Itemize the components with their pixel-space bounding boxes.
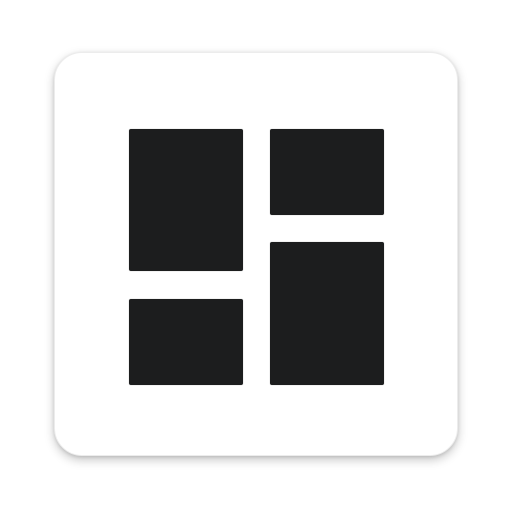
layout-tile-top-right: [270, 129, 384, 215]
layout-tile-top-left: [129, 129, 243, 271]
app-icon[interactable]: [54, 52, 458, 456]
layout-tile-bottom-right: [270, 242, 384, 385]
layout-tile-bottom-left: [129, 299, 243, 385]
canvas: [0, 0, 512, 512]
